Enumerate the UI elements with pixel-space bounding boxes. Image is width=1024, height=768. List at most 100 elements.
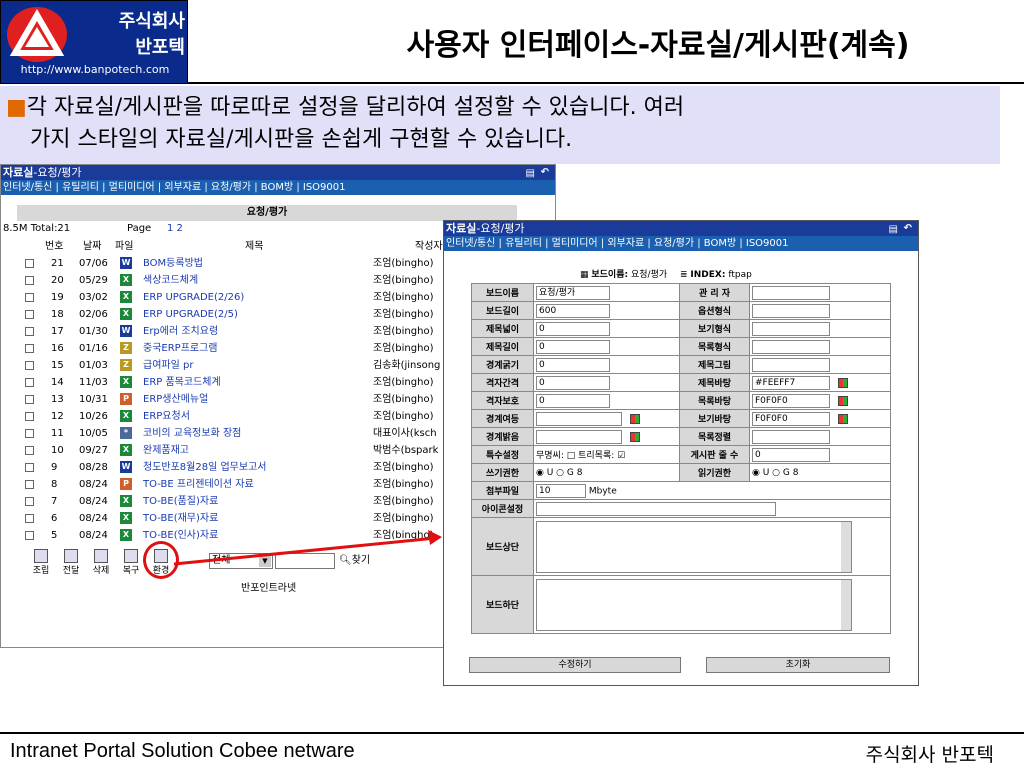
row-checkbox[interactable] [25, 429, 34, 438]
row-subject[interactable]: 청도반포8월28일 업무보고서 [143, 459, 266, 476]
file-type-icon[interactable]: P [120, 393, 132, 405]
row-checkbox[interactable] [25, 327, 34, 336]
row-date: 11/03 [79, 377, 108, 388]
field-input[interactable]: 0 [536, 393, 610, 408]
file-type-icon[interactable]: * [120, 427, 132, 439]
row-checkbox[interactable] [25, 395, 34, 404]
file-type-icon[interactable]: Z [120, 359, 132, 371]
field-input[interactable]: 0 [536, 375, 610, 390]
field-input[interactable]: 0 [536, 339, 610, 354]
field-input[interactable]: F0F0F0 [752, 411, 830, 426]
settings-row: 보드상단 [471, 517, 891, 576]
print-icon[interactable]: ▤ [526, 166, 535, 181]
field-label: 격자보호 [471, 391, 534, 410]
row-checkbox[interactable] [25, 480, 34, 489]
reset-button[interactable]: 초기화 [706, 657, 890, 673]
row-checkbox[interactable] [25, 446, 34, 455]
row-checkbox[interactable] [25, 378, 34, 387]
row-subject[interactable]: TO-BE 프리젠테이션 자료 [143, 476, 254, 493]
field-label: 옵션형식 [679, 301, 750, 320]
field-input[interactable] [752, 303, 830, 318]
row-checkbox[interactable] [25, 293, 34, 302]
row-subject[interactable]: 완제품재고 [143, 442, 189, 459]
field-input[interactable] [536, 411, 622, 426]
row-checkbox[interactable] [25, 412, 34, 421]
row-subject[interactable]: ERP 품목코드체계 [143, 374, 221, 391]
color-palette-icon[interactable] [838, 395, 848, 406]
color-palette-icon[interactable] [838, 377, 848, 388]
file-type-icon[interactable]: W [120, 325, 132, 337]
save-button[interactable]: 수정하기 [469, 657, 681, 673]
field-input[interactable] [752, 429, 830, 444]
field-input[interactable]: F0F0F0 [752, 393, 830, 408]
posts-input[interactable]: 0 [752, 447, 830, 462]
file-type-icon[interactable]: X [120, 444, 132, 456]
scrollbar[interactable] [841, 579, 851, 630]
special-options[interactable]: 무명씨: □ 트리목록: ☑ [533, 445, 680, 464]
board-bottom-textarea[interactable] [536, 578, 852, 631]
field-input[interactable] [752, 321, 830, 336]
forward-button[interactable]: 전달 [57, 549, 85, 576]
file-type-icon[interactable]: X [120, 529, 132, 541]
row-checkbox[interactable] [25, 276, 34, 285]
field-input[interactable] [752, 357, 830, 372]
row-subject[interactable]: 코비의 교육정보화 장점 [143, 425, 241, 442]
row-subject[interactable]: ERP UPGRADE(2/5) [143, 306, 238, 323]
icon-input[interactable] [536, 501, 776, 516]
row-checkbox[interactable] [25, 310, 34, 319]
row-subject[interactable]: ERP요청서 [143, 408, 190, 425]
delete-button[interactable]: 삭제 [87, 549, 115, 576]
field-input[interactable]: 요청/평가 [536, 285, 610, 300]
file-type-icon[interactable]: X [120, 495, 132, 507]
scrollbar[interactable] [841, 521, 851, 572]
row-subject[interactable]: ERP UPGRADE(2/26) [143, 289, 244, 306]
field-input[interactable] [536, 429, 622, 444]
file-type-icon[interactable]: X [120, 410, 132, 422]
file-type-icon[interactable]: X [120, 308, 132, 320]
board-top-textarea[interactable] [536, 520, 852, 573]
file-type-icon[interactable]: P [120, 478, 132, 490]
file-type-icon[interactable]: W [120, 257, 132, 269]
compose-button[interactable]: 조립 [27, 549, 55, 576]
attach-input[interactable]: 10 [536, 483, 586, 498]
row-checkbox[interactable] [25, 361, 34, 370]
print-icon[interactable]: ▤ [889, 222, 898, 237]
field-input[interactable]: 0 [536, 357, 610, 372]
row-subject[interactable]: 급여파일 pr [143, 357, 193, 374]
row-checkbox[interactable] [25, 259, 34, 268]
row-checkbox[interactable] [25, 463, 34, 472]
page-links[interactable]: 1 2 [167, 223, 183, 234]
color-palette-icon[interactable] [630, 413, 640, 424]
row-checkbox[interactable] [25, 497, 34, 506]
restore-button[interactable]: 복구 [117, 549, 145, 576]
category-menu[interactable]: 인터넷/통신 | 유틸리티 | 멀티미디어 | 외부자료 | 요청/평가 | B… [1, 180, 555, 195]
row-subject[interactable]: 색상코드체계 [143, 272, 198, 289]
row-checkbox[interactable] [25, 531, 34, 540]
row-subject[interactable]: 중국ERP프로그램 [143, 340, 218, 357]
color-palette-icon[interactable] [630, 431, 640, 442]
field-input[interactable] [752, 285, 830, 300]
file-type-icon[interactable]: X [120, 291, 132, 303]
back-icon[interactable]: ↶ [904, 221, 912, 236]
file-type-icon[interactable]: X [120, 512, 132, 524]
field-input[interactable] [752, 339, 830, 354]
row-subject[interactable]: Erp에러 조치요령 [143, 323, 218, 340]
read-permission[interactable]: ◉ U ○ G 8 [749, 463, 891, 482]
write-permission[interactable]: ◉ U ○ G 8 [533, 463, 680, 482]
file-type-icon[interactable]: X [120, 376, 132, 388]
back-icon[interactable]: ↶ [541, 165, 549, 180]
row-checkbox[interactable] [25, 344, 34, 353]
slide-title: 사용자 인터페이스-자료실/게시판(계속) [406, 28, 910, 63]
file-type-icon[interactable]: Z [120, 342, 132, 354]
file-type-icon[interactable]: X [120, 274, 132, 286]
row-subject[interactable]: BOM등록방법 [143, 255, 203, 272]
field-input[interactable]: 0 [536, 321, 610, 336]
row-number: 9 [51, 462, 58, 473]
field-input[interactable]: #FEEFF7 [752, 375, 830, 390]
color-palette-icon[interactable] [838, 413, 848, 424]
row-checkbox[interactable] [25, 514, 34, 523]
row-subject[interactable]: ERP생산메뉴얼 [143, 391, 208, 408]
field-input[interactable]: 600 [536, 303, 610, 318]
settings-category-menu[interactable]: 인터넷/통신 | 유틸리티 | 멀티미디어 | 외부자료 | 요청/평가 | B… [444, 236, 918, 251]
file-type-icon[interactable]: W [120, 461, 132, 473]
